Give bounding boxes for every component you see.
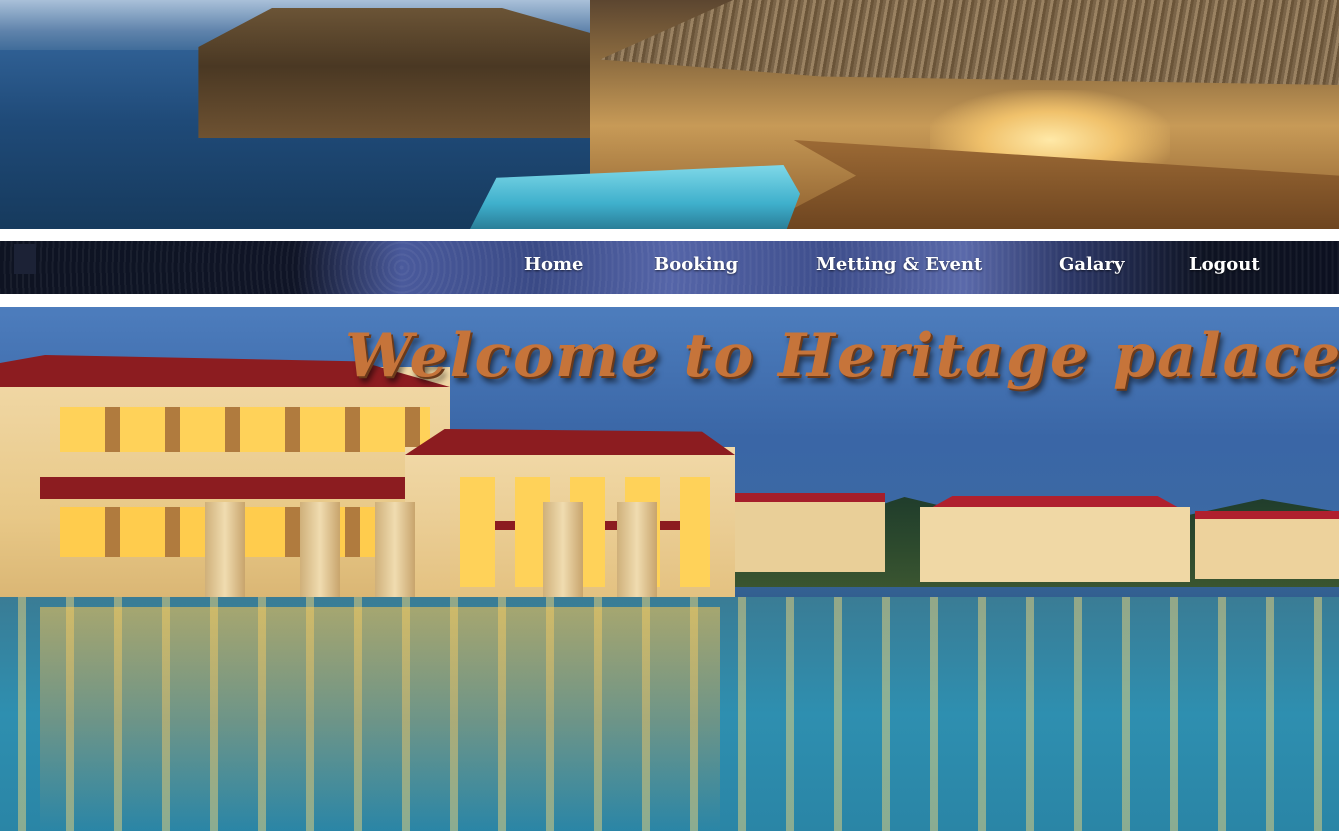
hero-pillar	[617, 502, 657, 612]
nav-home-link[interactable]: Home	[524, 254, 584, 275]
hero-building-4	[920, 507, 1190, 582]
hero-pillar	[543, 502, 583, 612]
hero-light-reflection	[40, 607, 720, 831]
banner-water-villa	[198, 8, 640, 138]
hero-building-1-middle-roof	[40, 477, 450, 499]
main-navigation: Home Booking Metting & Event Galary Logo…	[0, 241, 1339, 294]
hero-building-1-upper-windows	[60, 407, 430, 452]
nav-meeting-event-link[interactable]: Metting & Event	[816, 254, 982, 275]
hero-building-2-roof	[405, 429, 735, 455]
hero-pillar	[375, 502, 415, 612]
separator-bottom	[0, 294, 1339, 307]
hero-welcome-title: Welcome to Heritage palace	[345, 321, 1339, 391]
nav-gallery-link[interactable]: Galary	[1059, 254, 1124, 275]
top-banner-image	[0, 0, 1339, 229]
nav-logout-link[interactable]: Logout	[1189, 254, 1260, 275]
nav-left-ornament	[14, 244, 36, 274]
hero-building-2-windows	[460, 477, 710, 587]
hero-building-5	[1195, 519, 1339, 579]
hero-pillar	[300, 502, 340, 612]
nav-booking-link[interactable]: Booking	[654, 254, 738, 275]
hero-image: Welcome to Heritage palace	[0, 307, 1339, 831]
separator-top	[0, 229, 1339, 241]
hero-pillar	[205, 502, 245, 612]
page: Home Booking Metting & Event Galary Logo…	[0, 0, 1339, 831]
